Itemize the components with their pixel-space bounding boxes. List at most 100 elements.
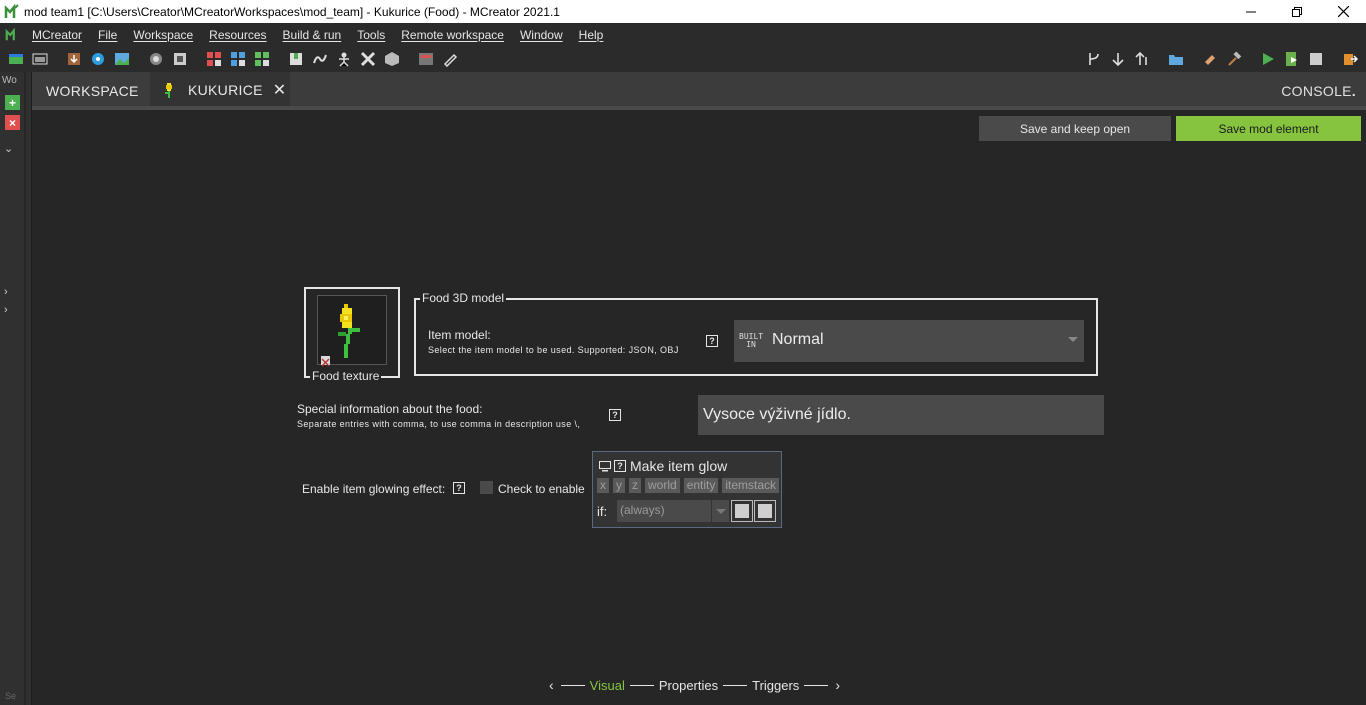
- menu-workspace[interactable]: Workspace: [125, 28, 201, 42]
- help-icon[interactable]: ?: [609, 409, 621, 421]
- if-label: if:: [597, 504, 608, 519]
- console-tab[interactable]: CONSOLE .: [1281, 72, 1356, 110]
- animation-icon[interactable]: [312, 51, 328, 67]
- sound-icon[interactable]: [90, 51, 106, 67]
- block-icon[interactable]: [384, 51, 400, 67]
- side-panel-label: Wo: [2, 75, 17, 86]
- entity-icon[interactable]: [360, 51, 376, 67]
- add-procedure-icon: [735, 504, 749, 518]
- corn-texture-image: [338, 304, 360, 358]
- open-workspace-icon[interactable]: [32, 51, 48, 67]
- texture-grid-red-icon[interactable]: [206, 51, 222, 67]
- close-window-button[interactable]: [1320, 0, 1366, 23]
- dependency-chip: itemstack: [722, 478, 780, 493]
- run-server-icon[interactable]: [1284, 51, 1300, 67]
- workspace-settings-icon[interactable]: [8, 51, 24, 67]
- page-properties[interactable]: Properties: [659, 678, 718, 693]
- image-icon[interactable]: [114, 51, 130, 67]
- help-icon[interactable]: ?: [453, 482, 465, 494]
- git-branch-icon[interactable]: [1086, 51, 1102, 67]
- pose-icon[interactable]: [336, 51, 352, 67]
- tab-kukurice-label: KUKURICE: [188, 81, 263, 98]
- procedure-title-text: Make item glow: [630, 458, 728, 474]
- page-triggers[interactable]: Triggers: [752, 678, 799, 693]
- add-procedure-button[interactable]: [731, 500, 753, 522]
- make-item-glow-procedure: ? Make item glow x y z world entity item…: [592, 451, 782, 528]
- save-and-keep-open-button[interactable]: Save and keep open: [979, 116, 1171, 141]
- item-model-dropdown[interactable]: BUILT IN Normal: [734, 320, 1084, 362]
- nav-divider: [723, 684, 748, 686]
- export-icon[interactable]: [1342, 51, 1359, 67]
- menu-help[interactable]: Help: [571, 28, 612, 42]
- remove-texture-icon[interactable]: [321, 356, 330, 367]
- edit-icon[interactable]: [442, 51, 458, 68]
- folder-icon[interactable]: [1168, 51, 1184, 67]
- workspace-side-panel: Wo + × ⌄ › › Se: [0, 72, 32, 705]
- run-client-icon[interactable]: [1260, 51, 1276, 67]
- chevron-right-icon[interactable]: ›: [835, 677, 840, 693]
- texture-grid-green-icon[interactable]: [254, 51, 270, 67]
- window-title: mod team1 [C:\Users\Creator\MCreatorWork…: [24, 4, 560, 19]
- armor-icon[interactable]: [288, 51, 304, 67]
- stop-icon[interactable]: [1308, 51, 1324, 67]
- special-info-hint: Separate entries with comma, to use comm…: [297, 419, 581, 429]
- close-tab-icon[interactable]: ✕: [273, 80, 287, 100]
- restore-button[interactable]: [1274, 0, 1320, 23]
- delete-element-icon[interactable]: ×: [5, 115, 20, 130]
- import-icon[interactable]: [66, 51, 82, 67]
- minimize-button[interactable]: [1228, 0, 1274, 23]
- food-texture-label: Food texture: [310, 369, 382, 383]
- page-navigation: ‹ Visual Properties Triggers ›: [547, 676, 842, 694]
- special-info-field[interactable]: Vysoce výživné jídlo.: [698, 395, 1104, 435]
- save-mod-element-button[interactable]: Save mod element: [1176, 116, 1361, 141]
- menu-logo-icon: [0, 23, 24, 46]
- chevron-right-icon[interactable]: ›: [4, 286, 8, 298]
- condition-value: (always): [620, 503, 665, 517]
- dropdown-arrow-icon: [1068, 337, 1078, 342]
- gui-icon[interactable]: [418, 51, 434, 67]
- chevron-down-icon: [711, 500, 729, 522]
- chevron-down-icon[interactable]: ⌄: [4, 142, 13, 155]
- edit-procedure-button[interactable]: [754, 500, 776, 522]
- model-icon[interactable]: [148, 51, 164, 67]
- toolbar: [0, 46, 1366, 72]
- special-info-label: Special information about the food:: [297, 402, 483, 416]
- menu-build-run[interactable]: Build & run: [275, 28, 350, 42]
- built-in-badge: BUILT IN: [739, 333, 763, 349]
- push-up-icon[interactable]: [1134, 51, 1150, 67]
- dependency-chip: entity: [683, 478, 719, 493]
- menu-remote-workspace[interactable]: Remote workspace: [393, 28, 512, 42]
- pull-down-icon[interactable]: [1110, 51, 1126, 67]
- close-icon: [1337, 6, 1349, 17]
- eraser-icon[interactable]: [1202, 51, 1218, 67]
- nav-divider: [804, 684, 829, 686]
- hammer-icon[interactable]: [1226, 51, 1242, 67]
- minimize-icon: [1246, 11, 1256, 12]
- help-icon[interactable]: ?: [614, 460, 626, 472]
- tab-workspace[interactable]: WORKSPACE: [46, 72, 139, 110]
- nav-divider: [629, 684, 654, 686]
- menu-tools[interactable]: Tools: [349, 28, 393, 42]
- item-model-value: Normal: [772, 331, 824, 348]
- menu-resources[interactable]: Resources: [201, 28, 274, 42]
- food-texture-selector[interactable]: [317, 295, 387, 367]
- dependency-chip: y: [613, 478, 625, 493]
- menu-mcreator[interactable]: MCreator: [24, 28, 90, 42]
- glow-checkbox[interactable]: [480, 481, 493, 494]
- menu-file[interactable]: File: [90, 28, 125, 42]
- side-panel-divider[interactable]: [24, 72, 26, 705]
- texture-grid-blue-icon[interactable]: [230, 51, 246, 67]
- edit-procedure-icon: [758, 504, 772, 518]
- page-visual[interactable]: Visual: [590, 678, 625, 693]
- help-icon[interactable]: ?: [706, 335, 718, 347]
- structure-icon[interactable]: [172, 51, 188, 67]
- add-element-icon[interactable]: +: [5, 95, 20, 110]
- console-label: CONSOLE: [1281, 83, 1352, 99]
- chevron-left-icon[interactable]: ‹: [549, 677, 554, 693]
- chevron-right-icon[interactable]: ›: [4, 304, 8, 316]
- tab-workspace-label: WORKSPACE: [46, 83, 139, 99]
- menu-window[interactable]: Window: [512, 28, 571, 42]
- condition-procedure-select[interactable]: (always): [617, 500, 729, 522]
- tab-kukurice[interactable]: KUKURICE ✕: [150, 72, 290, 110]
- dependency-chip: x: [597, 478, 609, 493]
